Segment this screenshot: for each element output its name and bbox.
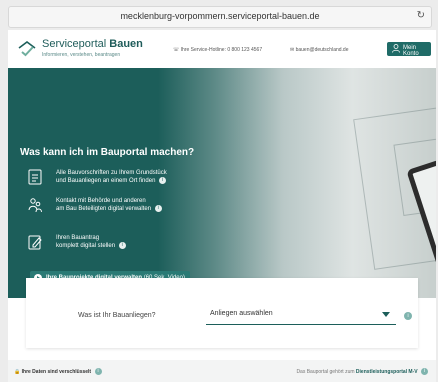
feature-line-2: und Bauanliegen an einem Ort finden <box>56 178 156 185</box>
feature-line-2: komplett digital stellen <box>56 243 116 250</box>
feature-text: Alle Bauvorschriften zu Ihrem Grundstück… <box>56 169 167 185</box>
portal-note: Das Bauportal gehört zum Dienstleistungs… <box>296 368 428 375</box>
hotline-link[interactable]: ☏ Ihre Service-Hotline: 0 800 123 4567 <box>173 47 262 53</box>
feature-item: Kontakt mit Behörde und anderen am Bau B… <box>18 197 218 221</box>
portal-note-text: Das Bauportal gehört zum <box>296 368 355 375</box>
mail-icon: ✉ <box>290 47 295 53</box>
site-footer: 🔒 Ihre Daten sind verschlüsselt i Das Ba… <box>8 360 436 382</box>
info-icon[interactable]: i <box>421 368 428 375</box>
edit-icon <box>28 235 42 250</box>
concern-select-value: Anliegen auswählen <box>210 310 273 317</box>
concern-question: Was ist Ihr Bauanliegen? <box>78 312 156 319</box>
feature-item: Ihren Bauantrag komplett digital stellen… <box>18 234 218 258</box>
email-link[interactable]: ✉ bauen@deutschland.de <box>290 47 349 53</box>
info-icon[interactable]: i <box>94 368 102 375</box>
reload-icon[interactable]: ↻ <box>417 10 425 21</box>
feature-line-1: Kontakt mit Behörde und anderen <box>56 198 146 204</box>
info-icon[interactable]: i <box>404 312 412 320</box>
my-account-label: Mein Konto <box>403 45 419 57</box>
email-text: bauen@deutschland.de <box>295 47 349 53</box>
secure-note: 🔒 Ihre Daten sind verschlüsselt i <box>14 368 102 375</box>
browser-window: mecklenburg-vorpommern.serviceportal-bau… <box>0 0 438 382</box>
feature-line-2: am Bau Beteiligten digital verwalten <box>56 206 152 213</box>
logo-icon[interactable] <box>18 40 36 58</box>
portal-link[interactable]: Dienstleistungsportal M-V <box>356 369 418 375</box>
concern-card: Was ist Ihr Bauanliegen? Anliegen auswäh… <box>26 278 418 348</box>
info-icon[interactable]: i <box>118 242 126 249</box>
lock-icon: 🔒 <box>14 368 21 375</box>
chevron-down-icon <box>382 312 390 317</box>
hero-section: Was kann ich im Bauportal machen? Alle B… <box>8 68 436 298</box>
hotline-text: Ihre Service-Hotline: 0 800 123 4567 <box>180 47 263 53</box>
brand-prefix: Serviceportal <box>42 38 107 50</box>
feature-line-1: Alle Bauvorschriften zu Ihrem Grundstück <box>56 170 167 176</box>
document-icon <box>28 169 42 185</box>
brand-name[interactable]: Serviceportal Bauen <box>42 38 143 50</box>
brand-bold: Bauen <box>109 38 143 50</box>
my-account-button[interactable]: Mein Konto <box>387 42 431 57</box>
concern-select[interactable]: Anliegen auswählen <box>206 306 396 325</box>
feature-text: Kontakt mit Behörde und anderen am Bau B… <box>56 197 162 213</box>
url-text: mecklenburg-vorpommern.serviceportal-bau… <box>120 11 320 21</box>
feature-line-1: Ihren Bauantrag <box>56 235 100 241</box>
user-icon <box>392 44 400 53</box>
hero-title: Was kann ich im Bauportal machen? <box>20 147 195 158</box>
secure-label: Ihre Daten sind verschlüsselt <box>21 368 92 375</box>
web-page: Serviceportal Bauen Informieren, versteh… <box>8 30 436 382</box>
people-icon <box>28 198 42 213</box>
address-bar[interactable]: mecklenburg-vorpommern.serviceportal-bau… <box>8 6 432 28</box>
info-icon[interactable]: i <box>159 177 167 184</box>
feature-item: Alle Bauvorschriften zu Ihrem Grundstück… <box>18 169 218 193</box>
info-icon[interactable]: i <box>154 205 162 212</box>
phone-icon: ☏ <box>173 47 180 53</box>
site-header: Serviceportal Bauen Informieren, versteh… <box>8 30 436 68</box>
feature-text: Ihren Bauantrag komplett digital stellen… <box>56 234 126 250</box>
tagline: Informieren, verstehen, beantragen <box>42 52 121 58</box>
